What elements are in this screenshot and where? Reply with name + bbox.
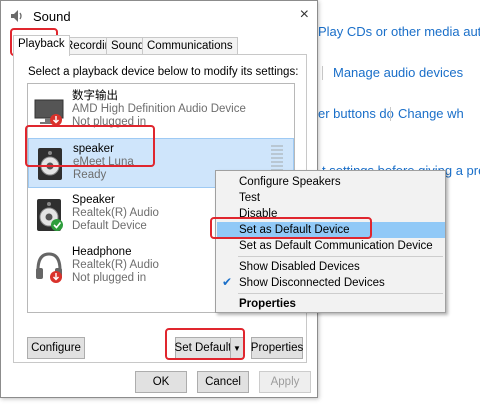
speaker-icon xyxy=(11,10,22,22)
properties-button[interactable]: Properties xyxy=(251,337,303,359)
menu-item-test[interactable]: Test xyxy=(217,190,445,206)
menu-item-disable[interactable]: Disable xyxy=(217,206,445,222)
device-status: Ready xyxy=(73,169,107,181)
device-driver: Realtek(R) Audio xyxy=(72,259,159,271)
set-default-dropdown-arrow[interactable]: ▼ xyxy=(230,337,244,359)
menu-item-configure-speakers[interactable]: Configure Speakers xyxy=(217,174,445,190)
menu-separator xyxy=(238,293,443,294)
device-status: Default Device xyxy=(72,220,147,232)
headphone-icon xyxy=(36,252,62,283)
menu-item-show-disconnected-row[interactable]: ✔ Show Disconnected Devices xyxy=(217,275,445,291)
dialog-title: Sound xyxy=(33,9,71,24)
apply-button[interactable]: Apply xyxy=(259,371,311,393)
close-button[interactable]: × xyxy=(300,6,309,24)
cancel-button[interactable]: Cancel xyxy=(197,371,249,393)
device-driver: AMD High Definition Audio Device xyxy=(72,103,246,115)
device-context-menu: Configure Speakers Test Disable Set as D… xyxy=(215,170,446,313)
ok-button[interactable]: OK xyxy=(135,371,187,393)
menu-item-set-default-device[interactable]: Set as Default Device xyxy=(217,222,445,238)
tab-playback[interactable]: Playback xyxy=(13,35,70,56)
set-default-button[interactable]: Set Default xyxy=(175,337,231,359)
device-name: speaker xyxy=(73,143,114,155)
divider xyxy=(322,66,323,80)
instruction-text: Select a playback device below to modify… xyxy=(28,66,299,78)
manage-audio-devices-link[interactable]: Manage audio devices xyxy=(333,65,463,80)
device-driver: eMeet Luna xyxy=(73,156,134,168)
device-digital-output[interactable]: 数字输出 AMD High Definition Audio Device No… xyxy=(28,86,294,136)
tab-communications[interactable]: Communications xyxy=(142,37,238,55)
device-status: Not plugged in xyxy=(72,116,147,128)
menu-item-set-default-communication[interactable]: Set as Default Communication Device xyxy=(217,238,445,254)
configure-button[interactable]: Configure xyxy=(27,337,85,359)
default-check-badge xyxy=(51,219,63,231)
menu-item-show-disabled[interactable]: Show Disabled Devices xyxy=(217,259,445,275)
speaker-icon xyxy=(38,148,62,180)
device-status: Not plugged in xyxy=(72,272,147,284)
menu-item-properties[interactable]: Properties xyxy=(217,296,445,312)
device-driver: Realtek(R) Audio xyxy=(72,207,159,219)
device-name: 数字输出 xyxy=(72,90,118,102)
power-buttons-link[interactable]: er buttons do xyxy=(318,106,394,121)
change-link[interactable]: Change wh xyxy=(398,106,464,121)
autoplay-link[interactable]: Play CDs or other media auto xyxy=(318,24,480,39)
divider xyxy=(390,107,391,121)
device-name: Speaker xyxy=(72,194,115,206)
monitor-icon xyxy=(34,99,64,126)
menu-item-show-disconnected[interactable]: Show Disconnected Devices xyxy=(217,275,445,291)
menu-separator xyxy=(238,256,443,257)
device-name: Headphone xyxy=(72,246,132,258)
speaker-icon xyxy=(37,199,63,231)
title-bar: Sound × xyxy=(1,1,317,31)
